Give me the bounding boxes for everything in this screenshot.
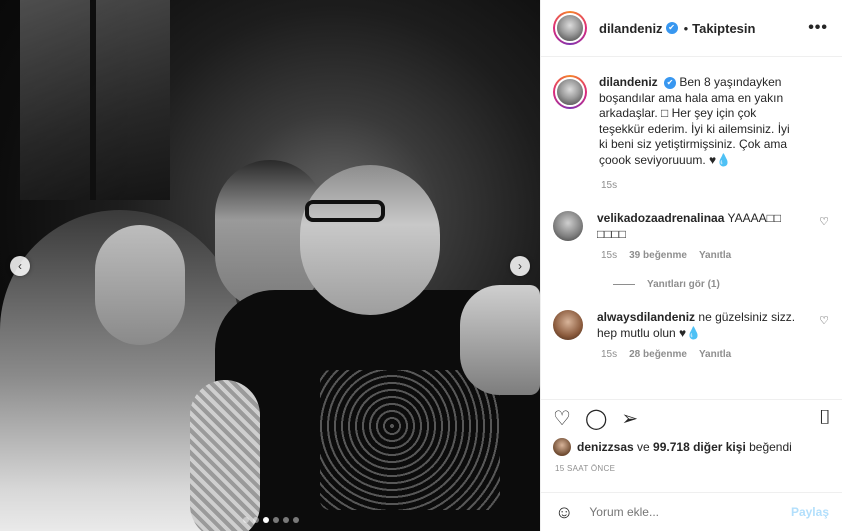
liker-avatar[interactable] xyxy=(553,438,571,456)
comment-time[interactable]: 15s xyxy=(601,349,617,360)
bookmark-icon[interactable]: ⌷ xyxy=(819,407,831,430)
caption: dilandeniz ✔ Ben 8 yaşındayken boşandıla… xyxy=(553,75,829,168)
post-modal: ‹ › dilandeniz ✔ • Takiptesin ••• diland… xyxy=(0,0,842,531)
commenter-avatar[interactable] xyxy=(553,211,583,241)
comment-body: velikadozaadrenalinaa YAAAA□□ □□□□ xyxy=(597,211,797,242)
liker-username[interactable]: denizzsas xyxy=(577,440,634,454)
photo-glasses xyxy=(305,200,385,222)
caption-text-block: dilandeniz ✔ Ben 8 yaşındayken boşandıla… xyxy=(599,75,799,168)
comment-like-heart-icon[interactable]: ♡ xyxy=(819,215,829,228)
comment-reply-button[interactable]: Yanıtla xyxy=(699,349,731,360)
photo-person-right xyxy=(300,165,440,315)
comment-body: alwaysdilandeniz ne güzelsiniz sizz. hep… xyxy=(597,310,797,341)
comment-likes-count[interactable]: 39 beğenme xyxy=(629,250,687,261)
post-timestamp[interactable]: 15 SAAT ÖNCE xyxy=(555,464,615,473)
photo-shirt-print xyxy=(320,370,500,510)
verified-badge-icon: ✔ xyxy=(665,22,678,34)
verified-badge-icon: ✔ xyxy=(664,76,677,89)
comment-item: alwaysdilandeniz ne güzelsiniz sizz. hep… xyxy=(553,310,829,341)
add-comment-bar: ☺ Paylaş xyxy=(541,492,842,531)
author-username[interactable]: dilandeniz xyxy=(599,21,663,36)
follow-separator: • xyxy=(683,20,689,36)
carousel-dot xyxy=(293,517,299,523)
post-comment-button[interactable]: Paylaş xyxy=(791,505,829,519)
commenter-avatar[interactable] xyxy=(553,310,583,340)
likes-count-link[interactable]: 99.718 diğer kişi xyxy=(653,440,746,454)
author-avatar[interactable] xyxy=(553,11,587,45)
carousel-dot xyxy=(243,517,249,523)
carousel-prev-button[interactable]: ‹ xyxy=(10,256,30,276)
comments-list[interactable]: dilandeniz ✔ Ben 8 yaşındayken boşandıla… xyxy=(541,57,842,399)
carousel-dot-active xyxy=(263,517,269,523)
comment-bubble-icon[interactable]: ◯ xyxy=(585,406,607,431)
following-status-button[interactable]: Takiptesin xyxy=(692,21,755,36)
photo-hand xyxy=(460,285,540,395)
caption-time[interactable]: 15s xyxy=(601,180,829,191)
more-options-icon[interactable]: ••• xyxy=(808,19,828,37)
post-actions-bar: ♡ ◯ ➢ ⌷ xyxy=(541,399,842,437)
post-side-panel: dilandeniz ✔ • Takiptesin ••• dilandeniz… xyxy=(540,0,842,531)
view-replies-button[interactable]: Yanıtları gör (1) xyxy=(613,279,829,290)
likes-suffix: beğendi xyxy=(745,440,792,454)
carousel-next-button[interactable]: › xyxy=(510,256,530,276)
share-paper-plane-icon[interactable]: ➢ xyxy=(621,406,638,431)
comment-input[interactable] xyxy=(589,505,791,519)
comment-like-heart-icon[interactable]: ♡ xyxy=(819,314,829,327)
likes-summary: denizzsas ve 99.718 diğer kişi beğendi xyxy=(553,438,792,456)
comment-item: velikadozaadrenalinaa YAAAA□□ □□□□ ♡ xyxy=(553,211,829,242)
photo-window xyxy=(20,0,170,200)
emoji-icon[interactable]: ☺ xyxy=(555,502,573,523)
carousel-dot xyxy=(253,517,259,523)
commenter-username[interactable]: alwaysdilandeniz xyxy=(597,310,695,324)
caption-avatar[interactable] xyxy=(553,75,587,109)
comment-meta: 15s 39 beğenme Yanıtla xyxy=(601,250,829,261)
carousel-dots xyxy=(243,517,299,523)
caption-username[interactable]: dilandeniz xyxy=(599,75,658,89)
comment-likes-count[interactable]: 28 beğenme xyxy=(629,349,687,360)
carousel-dot xyxy=(273,517,279,523)
carousel-dot xyxy=(283,517,289,523)
comment-reply-button[interactable]: Yanıtla xyxy=(699,250,731,261)
post-photo[interactable]: ‹ › xyxy=(0,0,540,531)
photo-face-left xyxy=(95,225,185,345)
commenter-username[interactable]: velikadozaadrenalinaa xyxy=(597,211,724,225)
comment-meta: 15s 28 beğenme Yanıtla xyxy=(601,349,829,360)
post-header: dilandeniz ✔ • Takiptesin ••• xyxy=(541,0,842,57)
comment-time[interactable]: 15s xyxy=(601,250,617,261)
likes-connector: ve xyxy=(633,440,654,454)
like-heart-icon[interactable]: ♡ xyxy=(553,406,571,431)
photo-rope xyxy=(190,380,260,531)
